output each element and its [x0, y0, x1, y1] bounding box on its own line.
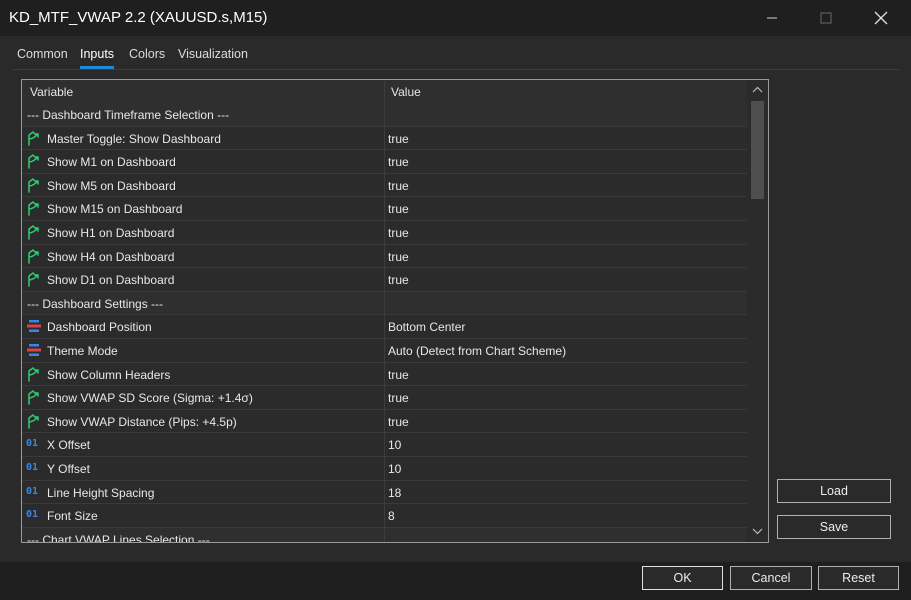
integer-icon: 01	[26, 461, 39, 473]
value-cell[interactable]: true	[388, 415, 409, 429]
variable-cell: Line Height Spacing	[47, 485, 155, 500]
window-title: KD_MTF_VWAP 2.2 (XAUUSD.s,M15)	[9, 9, 268, 26]
arrow-branch-icon	[26, 248, 42, 264]
arrow-branch-icon	[26, 271, 42, 287]
value-cell[interactable]: 18	[388, 486, 401, 500]
save-button[interactable]: Save	[777, 515, 891, 539]
arrow-branch-icon	[26, 224, 42, 240]
variable-cell: Show H4 on Dashboard	[47, 249, 175, 264]
variable-cell: Font Size	[47, 509, 98, 524]
tab-inputs[interactable]: Inputs	[80, 45, 115, 69]
value-cell[interactable]: true	[388, 250, 409, 264]
value-cell[interactable]: 10	[388, 462, 401, 476]
value-cell[interactable]: 10	[388, 438, 401, 452]
tab-colors[interactable]: Colors	[129, 45, 165, 69]
variable-cell: --- Dashboard Settings ---	[27, 296, 164, 311]
variable-cell: --- Dashboard Timeframe Selection ---	[27, 108, 230, 122]
variable-cell: X Offset	[47, 438, 91, 453]
column-header-variable[interactable]: Variable	[30, 85, 73, 99]
variable-cell: Show VWAP SD Score (Sigma: +1.4σ)	[47, 391, 253, 406]
variable-cell: Show M15 on Dashboard	[47, 202, 183, 217]
variable-cell: Show Column Headers	[47, 367, 171, 382]
column-divider	[384, 80, 385, 542]
arrow-branch-icon	[26, 153, 42, 169]
value-cell[interactable]: true	[388, 368, 409, 382]
close-icon	[874, 11, 888, 25]
integer-icon: 01	[26, 509, 39, 521]
maximize-icon	[820, 12, 832, 24]
value-cell[interactable]: 8	[388, 509, 395, 523]
enum-list-icon	[26, 318, 42, 334]
maximize-button[interactable]	[803, 0, 849, 36]
variable-cell: Show D1 on Dashboard	[47, 273, 175, 288]
load-button[interactable]: Load	[777, 479, 891, 503]
value-cell[interactable]: Auto (Detect from Chart Scheme)	[388, 344, 566, 358]
inputs-grid: Variable Value --- Dashboard Timeframe S…	[21, 79, 769, 543]
value-cell[interactable]: true	[388, 273, 409, 287]
cancel-button[interactable]: Cancel	[730, 566, 812, 590]
integer-icon: 01	[26, 438, 39, 450]
arrow-branch-icon	[26, 177, 42, 193]
scroll-down-icon[interactable]	[752, 526, 763, 536]
tab-common[interactable]: Common	[17, 45, 68, 69]
value-cell[interactable]: true	[388, 155, 409, 169]
scroll-up-icon[interactable]	[752, 85, 763, 95]
arrow-branch-icon	[26, 389, 42, 405]
variable-cell: Theme Mode	[47, 343, 118, 358]
scrollbar-thumb[interactable]	[751, 101, 764, 199]
value-cell[interactable]: true	[388, 391, 409, 405]
value-cell[interactable]: true	[388, 179, 409, 193]
variable-cell: Show M5 on Dashboard	[47, 178, 176, 193]
arrow-branch-icon	[26, 130, 42, 146]
tab-visualization[interactable]: Visualization	[178, 45, 248, 69]
close-button[interactable]	[858, 0, 904, 36]
variable-cell: --- Chart VWAP Lines Selection ---	[27, 532, 210, 543]
variable-cell: Show VWAP Distance (Pips: +4.5p)	[47, 414, 237, 429]
ok-button[interactable]: OK	[642, 566, 723, 590]
arrow-branch-icon	[26, 200, 42, 217]
variable-cell: Show M1 on Dashboard	[47, 155, 176, 170]
column-header-value[interactable]: Value	[391, 85, 421, 99]
variable-cell: Dashboard Position	[47, 320, 152, 335]
variable-cell: Show H1 on Dashboard	[47, 225, 175, 240]
integer-icon: 01	[26, 485, 39, 497]
variable-cell: Y Offset	[47, 461, 90, 476]
arrow-branch-icon	[26, 366, 42, 382]
title-bar: KD_MTF_VWAP 2.2 (XAUUSD.s,M15)	[0, 0, 911, 36]
minimize-button[interactable]	[749, 0, 795, 36]
value-cell[interactable]: true	[388, 132, 409, 146]
tab-separator	[12, 69, 899, 70]
value-cell[interactable]: true	[388, 226, 409, 240]
enum-list-icon	[26, 342, 42, 358]
variable-cell: Master Toggle: Show Dashboard	[47, 131, 221, 146]
minimize-icon	[767, 17, 777, 19]
arrow-branch-icon	[26, 413, 42, 429]
value-cell[interactable]: Bottom Center	[388, 320, 465, 334]
properties-dialog: Common Inputs Colors Visualization Varia…	[0, 36, 911, 600]
reset-button[interactable]: Reset	[818, 566, 899, 590]
vertical-scrollbar[interactable]	[747, 80, 768, 542]
value-cell[interactable]: true	[388, 202, 409, 216]
